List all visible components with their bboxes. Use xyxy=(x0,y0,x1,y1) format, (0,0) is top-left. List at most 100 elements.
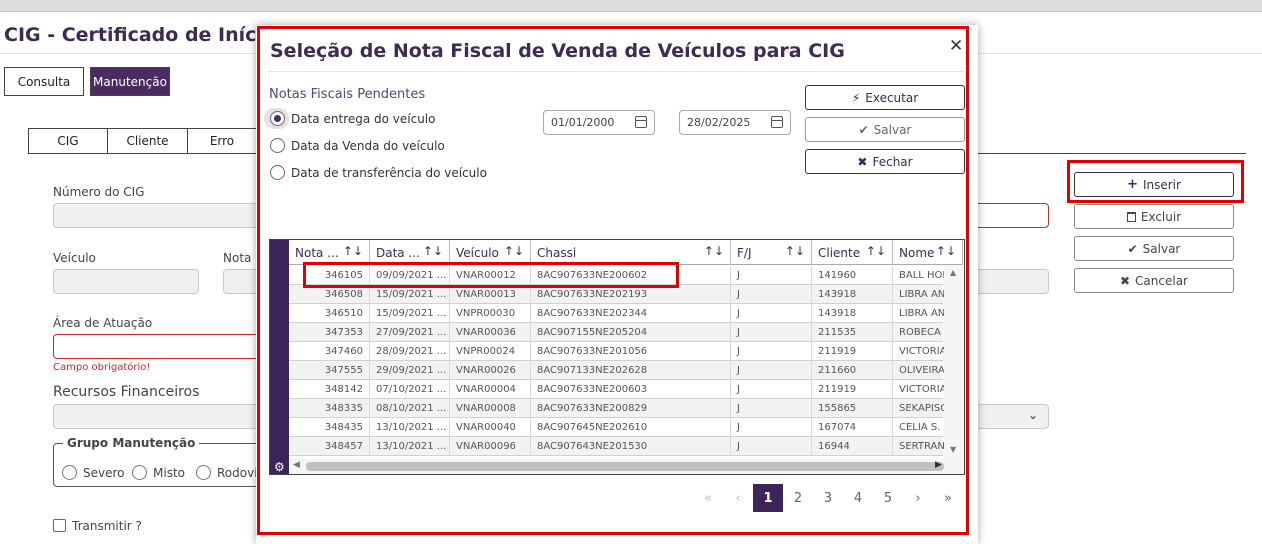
cell-fj: J xyxy=(731,285,812,304)
column-header-label: Data ... xyxy=(376,245,420,260)
column-header-veiculo[interactable]: Veículo ↑↓ xyxy=(450,240,531,265)
pagination-prev[interactable]: ‹ xyxy=(723,484,753,512)
area-field[interactable] xyxy=(53,334,263,359)
table-row[interactable]: 347555 29/09/2021 ... VNAR00026 8AC907133NE… xyxy=(289,361,963,380)
sort-icon[interactable]: ↑↓ xyxy=(343,244,363,258)
grid-vertical-scrollbar[interactable]: ▲ ▼ xyxy=(944,265,964,459)
veiculo-label: Veículo xyxy=(53,251,96,265)
sort-icon[interactable]: ↑↓ xyxy=(936,244,956,258)
numero-cig-label: Número do CIG xyxy=(53,185,145,199)
scroll-down-icon[interactable]: ▼ xyxy=(950,445,956,454)
table-row[interactable]: 348335 08/10/2021 ... VNAR00008 8AC907633NE… xyxy=(289,399,963,418)
column-header-chassi[interactable]: Chassi ↑↓ xyxy=(531,240,731,265)
cell-fj: J xyxy=(731,266,812,285)
cell-data: 15/09/2021 ... xyxy=(370,304,450,323)
pagination-page-3[interactable]: 3 xyxy=(813,484,843,512)
recursos-field[interactable] xyxy=(53,404,263,429)
cell-chassi: 8AC907633NE200602 xyxy=(531,266,731,285)
recursos-select[interactable]: ⌄ xyxy=(970,404,1049,429)
cell-veiculo: VNAR00096 xyxy=(450,437,531,456)
cell-fj: J xyxy=(731,380,812,399)
sort-icon[interactable]: ↑↓ xyxy=(785,244,805,258)
column-header-fj[interactable]: F/J ↑↓ xyxy=(731,240,812,265)
column-header-nome[interactable]: Nome ↑↓ xyxy=(893,240,963,265)
cig-right-field[interactable] xyxy=(970,203,1049,228)
radio-data-transferencia[interactable] xyxy=(270,165,285,180)
excluir-button[interactable]: Excluir xyxy=(1074,204,1234,229)
cell-chassi: 8AC907633NE200603 xyxy=(531,380,731,399)
calendar-icon[interactable] xyxy=(771,116,783,128)
pagination-page-1[interactable]: 1 xyxy=(753,484,783,512)
veiculo-field[interactable] xyxy=(53,269,199,294)
radio-severo[interactable] xyxy=(62,465,77,480)
modal-salvar-button[interactable]: ✔ Salvar xyxy=(805,117,965,142)
table-row[interactable]: 347460 28/09/2021 ... VNPR00024 8AC907633NE… xyxy=(289,342,963,361)
cell-data: 09/09/2021 ... xyxy=(370,266,450,285)
scrollbar-thumb[interactable] xyxy=(306,462,944,471)
date-from-input[interactable]: 01/01/2000 xyxy=(543,110,655,135)
scroll-right-icon[interactable]: ▶ xyxy=(935,460,942,470)
executar-button[interactable]: ⚡︎ Executar xyxy=(805,85,965,110)
pagination-page-2[interactable]: 2 xyxy=(783,484,813,512)
radio-rodoviario-label: Rodovi xyxy=(217,466,258,480)
cell-nota: 348335 xyxy=(289,399,370,418)
cell-cliente: 211660 xyxy=(812,361,893,380)
sort-icon[interactable]: ↑↓ xyxy=(866,244,886,258)
scroll-left-icon[interactable]: ◀ xyxy=(293,460,300,470)
subtab-cig[interactable]: CIG xyxy=(28,128,108,154)
grupo-manutencao-legend: Grupo Manutenção xyxy=(63,436,200,450)
table-row[interactable]: 346105 09/09/2021 ... VNAR00012 8AC907633NE… xyxy=(289,266,963,285)
subtab-erro[interactable]: Erro xyxy=(187,128,257,154)
column-header-cliente[interactable]: Cliente ↑↓ xyxy=(812,240,893,265)
pagination-next[interactable]: › xyxy=(903,484,933,512)
pagination-last[interactable]: » xyxy=(933,484,963,512)
table-row[interactable]: 347353 27/09/2021 ... VNAR00036 8AC907155NE… xyxy=(289,323,963,342)
column-header-label: F/J xyxy=(737,245,752,260)
radio-severo-label: Severo xyxy=(83,466,125,480)
transmitir-checkbox[interactable] xyxy=(53,519,66,532)
radio-data-transferencia-label: Data de transferência do veículo xyxy=(291,166,487,180)
veiculo-right-field[interactable] xyxy=(970,269,1049,294)
radio-rodoviario[interactable] xyxy=(196,465,211,480)
cancelar-label: Cancelar xyxy=(1135,273,1188,288)
table-row[interactable]: 346508 15/09/2021 ... VNAR00013 8AC907633NE… xyxy=(289,285,963,304)
cell-nota: 347353 xyxy=(289,323,370,342)
cell-cliente: 211919 xyxy=(812,380,893,399)
grid-horizontal-scrollbar[interactable]: ◀ ▶ xyxy=(289,459,964,474)
table-row[interactable]: 348457 13/10/2021 ... VNAR00096 8AC907643NE… xyxy=(289,437,963,456)
pagination-page-5[interactable]: 5 xyxy=(873,484,903,512)
cell-veiculo: VNPR00024 xyxy=(450,342,531,361)
gear-icon[interactable]: ⚙ xyxy=(274,460,285,474)
cancelar-button[interactable]: ✖ Cancelar xyxy=(1074,268,1234,293)
radio-misto[interactable] xyxy=(132,465,147,480)
cell-data: 28/09/2021 ... xyxy=(370,342,450,361)
sort-icon[interactable]: ↑↓ xyxy=(704,244,724,258)
salvar-button[interactable]: ✔ Salvar xyxy=(1074,236,1234,261)
cell-cliente: 155865 xyxy=(812,399,893,418)
pagination-page-4[interactable]: 4 xyxy=(843,484,873,512)
radio-data-entrega[interactable] xyxy=(270,111,285,126)
table-row[interactable]: 348435 13/10/2021 ... VNAR00040 8AC907645NE… xyxy=(289,418,963,437)
date-to-input[interactable]: 28/02/2025 xyxy=(679,110,791,135)
column-header-label: Chassi xyxy=(537,245,577,260)
inserir-highlight xyxy=(1067,160,1244,203)
radio-data-venda[interactable] xyxy=(270,138,285,153)
calendar-icon[interactable] xyxy=(635,116,647,128)
subtab-cliente[interactable]: Cliente xyxy=(107,128,188,154)
column-header-data[interactable]: Data ... ↑↓ xyxy=(370,240,450,265)
column-header-nota[interactable]: Nota ... ↑↓ xyxy=(289,240,370,265)
check-icon: ✔ xyxy=(858,122,869,137)
date-to-value: 28/02/2025 xyxy=(687,116,751,129)
close-icon[interactable]: ✕ xyxy=(949,36,963,56)
tab-manutencao[interactable]: Manutenção xyxy=(90,67,170,96)
table-row[interactable]: 346510 15/09/2021 ... VNPR00030 8AC907633NE… xyxy=(289,304,963,323)
modal-title: Seleção de Nota Fiscal de Venda de Veícu… xyxy=(270,40,845,62)
tab-consulta[interactable]: Consulta xyxy=(4,67,84,96)
fechar-button[interactable]: ✖ Fechar xyxy=(805,149,965,174)
scroll-up-icon[interactable]: ▲ xyxy=(950,268,956,277)
numero-cig-field[interactable] xyxy=(53,203,263,228)
sort-icon[interactable]: ↑↓ xyxy=(423,244,443,258)
pagination-first[interactable]: « xyxy=(693,484,723,512)
sort-icon[interactable]: ↑↓ xyxy=(504,244,524,258)
table-row[interactable]: 348142 07/10/2021 ... VNAR00004 8AC907633NE… xyxy=(289,380,963,399)
